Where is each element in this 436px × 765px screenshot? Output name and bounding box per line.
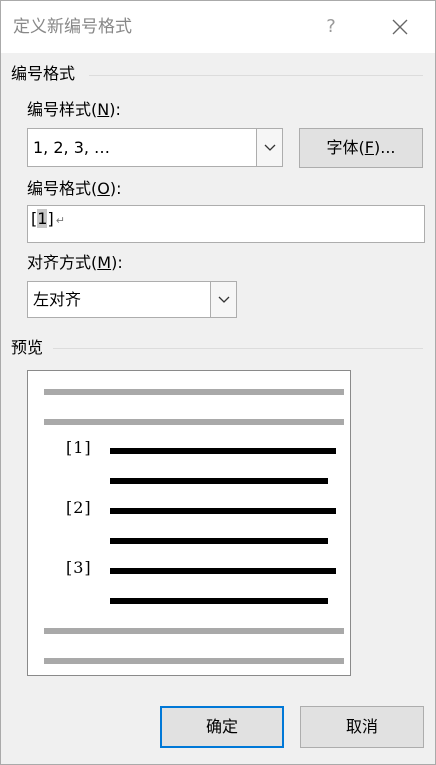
preview-after-line — [44, 628, 344, 634]
preview-before-line — [44, 389, 344, 395]
number-format-heading: 编号格式 — [11, 64, 76, 83]
preview-item-line — [110, 598, 328, 604]
preview-pane: [1] [2] [3] — [27, 370, 351, 676]
alignment-label: 对齐方式(M): — [27, 253, 123, 272]
preview-heading: 预览 — [11, 338, 44, 357]
cancel-button[interactable]: 取消 — [300, 706, 424, 748]
preview-after-line — [44, 658, 344, 664]
preview-item-line — [110, 448, 336, 454]
alignment-dropdown-arrow[interactable] — [210, 282, 236, 317]
paragraph-mark-icon: ↵ — [55, 214, 65, 227]
number-format-value: [1] ↵ — [31, 209, 65, 228]
preview-number-1: [1] — [66, 438, 92, 457]
number-style-value: 1, 2, 3, … — [33, 138, 111, 157]
preview-item-line — [110, 538, 328, 544]
preview-number-3: [3] — [66, 558, 92, 577]
font-button[interactable]: 字体(F)... — [299, 128, 423, 168]
number-format-divider — [89, 75, 423, 76]
title-bar: 定义新编号格式 ? — [1, 1, 435, 53]
preview-divider — [53, 348, 423, 349]
close-button[interactable] — [386, 13, 414, 41]
chevron-down-icon — [264, 144, 276, 151]
number-style-dropdown[interactable]: 1, 2, 3, … — [27, 128, 283, 167]
chevron-down-icon — [218, 296, 230, 303]
number-format-input[interactable]: [1] ↵ — [27, 205, 425, 243]
number-format-label: 编号格式(O): — [27, 179, 122, 198]
preview-before-line — [44, 419, 344, 425]
help-button[interactable]: ? — [319, 13, 343, 41]
dialog-title: 定义新编号格式 — [13, 17, 132, 37]
preview-item-line — [110, 478, 328, 484]
close-icon — [392, 19, 408, 35]
preview-number-2: [2] — [66, 498, 92, 517]
define-number-format-dialog: 定义新编号格式 ? 编号格式 编号样式(N): 1, 2, 3, … 字体(F)… — [0, 0, 436, 765]
alignment-value: 左对齐 — [33, 290, 82, 309]
alignment-dropdown[interactable]: 左对齐 — [27, 281, 237, 318]
number-field-placeholder: 1 — [37, 209, 48, 228]
ok-button[interactable]: 确定 — [160, 706, 284, 748]
preview-item-line — [110, 508, 336, 514]
number-style-dropdown-arrow[interactable] — [256, 129, 282, 166]
preview-item-line — [110, 568, 336, 574]
number-style-label: 编号样式(N): — [27, 100, 121, 119]
